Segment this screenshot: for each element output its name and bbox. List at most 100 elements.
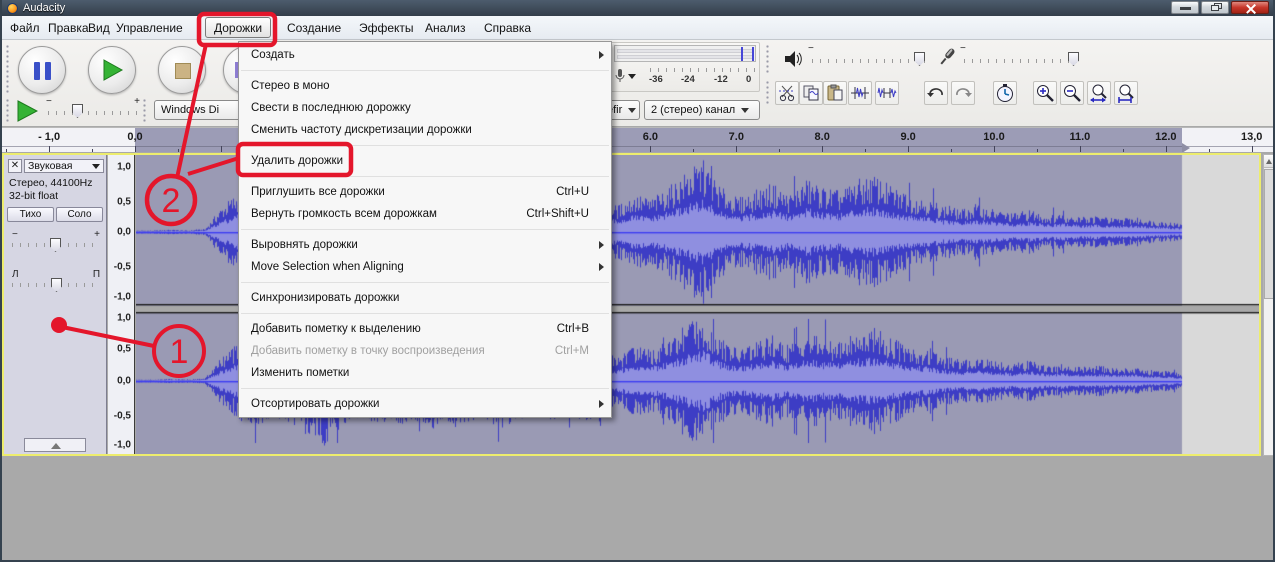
- menu-item[interactable]: Изменить пометки: [239, 362, 611, 384]
- toolbar-grip[interactable]: [5, 44, 11, 94]
- playback-meter[interactable]: [614, 45, 756, 62]
- submenu-arrow-icon: [599, 51, 604, 59]
- zoom-selection-button[interactable]: [1087, 81, 1111, 105]
- pan-slider[interactable]: Л П: [12, 269, 100, 299]
- pause-button[interactable]: [18, 46, 66, 94]
- ruler-label: 11.0: [1069, 131, 1090, 143]
- vscale-label: -1,0: [114, 440, 131, 451]
- zoom-selection-icon: [1089, 83, 1109, 103]
- close-button[interactable]: [1231, 1, 1269, 14]
- menu-item[interactable]: Вернуть громкость всем дорожкамCtrl+Shif…: [239, 203, 611, 225]
- menu-item[interactable]: Move Selection when Aligning: [239, 256, 611, 278]
- menu-item[interactable]: Сменить частоту дискретизации дорожки: [239, 119, 611, 141]
- play-at-speed-button[interactable]: [16, 100, 40, 122]
- output-volume-slider[interactable]: −: [808, 46, 928, 76]
- track-area: ✕ Звуковая Стерео, 44100Hz 32-bit float …: [2, 152, 1275, 456]
- fit-project-icon: [1116, 83, 1136, 103]
- meter-scale-label: -12: [714, 74, 728, 85]
- menu-item[interactable]: Стерео в моно: [239, 75, 611, 97]
- menubar-item-6[interactable]: Создание: [287, 20, 341, 36]
- play-button[interactable]: [88, 46, 136, 94]
- menubar-item-9[interactable]: Справка: [484, 20, 531, 36]
- chevron-down-icon: [92, 164, 100, 169]
- menu-separator: [241, 176, 609, 177]
- vscale-label: 0,0: [117, 227, 131, 238]
- track-close-button[interactable]: ✕: [8, 159, 22, 173]
- gain-slider[interactable]: − +: [12, 229, 100, 259]
- cut-button[interactable]: [775, 81, 799, 105]
- menu-item[interactable]: Отсортировать дорожки: [239, 393, 611, 415]
- toolbar-grip[interactable]: [142, 98, 148, 124]
- close-icon: [1246, 4, 1255, 13]
- chevron-down-icon: [628, 108, 636, 113]
- input-volume-slider[interactable]: −: [960, 46, 1080, 76]
- menubar-item-4[interactable]: Управление: [116, 20, 183, 36]
- trim-audio-icon: [850, 84, 870, 102]
- pan-slider-thumb[interactable]: [51, 278, 62, 292]
- play-at-speed-icon: [16, 100, 38, 122]
- copy-button[interactable]: [799, 81, 823, 105]
- toolbar-grip[interactable]: [765, 80, 771, 106]
- menu-item[interactable]: Создать: [239, 44, 611, 66]
- menubar-item-tracks-active[interactable]: Дорожки: [205, 17, 271, 38]
- trim-audio-button[interactable]: [848, 81, 872, 105]
- audacity-app-icon: [7, 3, 18, 14]
- chevron-down-icon: [628, 74, 636, 79]
- meter-scale-label: -36: [649, 74, 663, 85]
- vertical-scale[interactable]: 1,00,50,0-0,5-1,01,00,50,0-0,5-1,0: [108, 155, 135, 454]
- output-slider-thumb[interactable]: [914, 52, 925, 66]
- menu-item[interactable]: Добавить пометку к выделениюCtrl+B: [239, 318, 611, 340]
- menu-item[interactable]: Выровнять дорожки: [239, 234, 611, 256]
- microphone-icon: [936, 46, 958, 68]
- undo-button[interactable]: [924, 81, 948, 105]
- solo-button[interactable]: Соло: [56, 207, 103, 222]
- vertical-scrollbar[interactable]: [1263, 154, 1275, 456]
- timeline-ruler[interactable]: - 1,00,06.07.08.09.010.011.012.013,0: [2, 127, 1275, 152]
- ruler-label: 10.0: [983, 131, 1004, 143]
- ruler-label: - 1,0: [38, 131, 60, 143]
- toolbar-grip[interactable]: [765, 44, 771, 74]
- menubar-item-8[interactable]: Анализ: [425, 20, 466, 36]
- collapse-arrow-icon: [51, 443, 61, 449]
- restore-button[interactable]: [1201, 1, 1229, 14]
- menu-item[interactable]: Удалить дорожки: [239, 150, 611, 172]
- minimize-button[interactable]: [1171, 1, 1199, 14]
- clock-icon: [995, 83, 1015, 103]
- track-format-info: Стерео, 44100Hz: [9, 177, 93, 189]
- scrollbar-thumb[interactable]: [1264, 169, 1274, 299]
- menu-shortcut: Ctrl+M: [555, 340, 589, 362]
- undo-icon: [926, 85, 946, 101]
- mute-button[interactable]: Тихо: [7, 207, 54, 222]
- redo-button[interactable]: [951, 81, 975, 105]
- menu-item[interactable]: Приглушить все дорожкиCtrl+U: [239, 181, 611, 203]
- speed-slider-thumb[interactable]: [72, 104, 83, 118]
- gain-slider-thumb[interactable]: [50, 238, 61, 252]
- menubar-item-1[interactable]: Файл: [10, 20, 40, 36]
- menu-item[interactable]: Свести в последнюю дорожку: [239, 97, 611, 119]
- record-meter-dropdown[interactable]: [614, 68, 638, 86]
- menubar-item-7[interactable]: Эффекты: [359, 20, 414, 36]
- menubar-item-2[interactable]: Правка: [48, 20, 89, 36]
- vscale-label: 0,5: [117, 344, 131, 355]
- zoom-in-button[interactable]: [1033, 81, 1057, 105]
- vscale-label: 0,0: [117, 376, 131, 387]
- fit-project-button[interactable]: [1114, 81, 1138, 105]
- timer-record-button[interactable]: [993, 81, 1017, 105]
- zoom-out-button[interactable]: [1060, 81, 1084, 105]
- recording-channels-combobox[interactable]: 2 (стерео) канал: [644, 100, 760, 120]
- track-collapse-button[interactable]: [24, 438, 86, 452]
- input-slider-thumb[interactable]: [1068, 52, 1079, 66]
- scroll-up-button[interactable]: [1264, 155, 1274, 168]
- play-icon: [100, 58, 124, 82]
- silence-audio-button[interactable]: [875, 81, 899, 105]
- menubar-item-3[interactable]: Вид: [88, 20, 110, 36]
- menu-item[interactable]: Синхронизировать дорожки: [239, 287, 611, 309]
- track-control-panel[interactable]: ✕ Звуковая Стерео, 44100Hz 32-bit float …: [4, 155, 107, 454]
- track-name-dropdown[interactable]: Звуковая: [24, 159, 104, 173]
- meter-peak-indicator: [741, 47, 743, 61]
- menu-shortcut: Ctrl+B: [557, 318, 589, 340]
- paste-button[interactable]: [823, 81, 847, 105]
- toolbar-grip[interactable]: [5, 98, 11, 124]
- playback-speed-slider[interactable]: − +: [46, 96, 140, 126]
- stop-button[interactable]: [158, 46, 206, 94]
